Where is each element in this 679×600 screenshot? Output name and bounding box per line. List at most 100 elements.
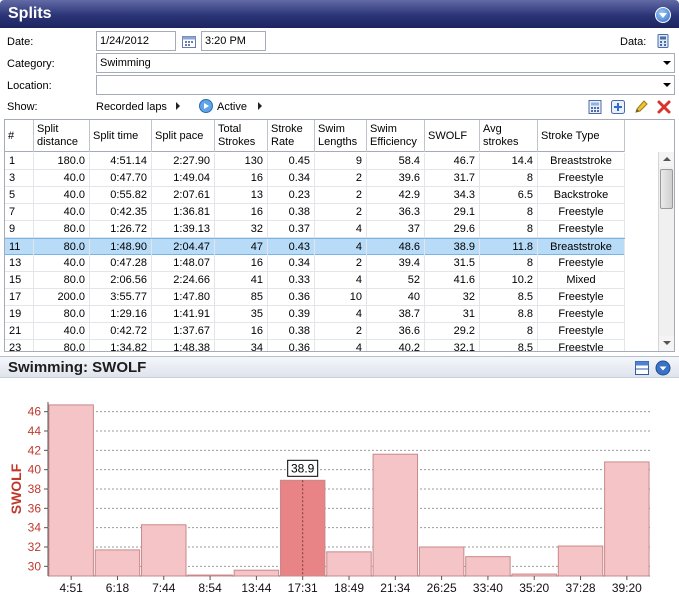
calendar-icon[interactable]: [181, 33, 197, 49]
layout-toggle-icon[interactable]: [634, 360, 650, 376]
table-cell: 19: [5, 306, 34, 322]
table-cell: 0:42.35: [90, 204, 152, 220]
table-cell: 1:47.80: [152, 289, 215, 305]
column-header[interactable]: Stroke Rate: [268, 120, 315, 152]
location-dropdown[interactable]: [96, 75, 675, 95]
table-cell: 8: [480, 323, 538, 339]
column-header[interactable]: Avg strokes: [480, 120, 538, 152]
table-cell: Freestyle: [538, 170, 625, 186]
active-filter-icon[interactable]: [198, 98, 214, 114]
time-field[interactable]: 3:20 PM: [201, 31, 266, 51]
chevron-down-icon[interactable]: [663, 61, 671, 65]
scroll-thumb[interactable]: [660, 169, 673, 209]
edit-pencil-icon[interactable]: [633, 99, 649, 115]
table-cell: 21: [5, 323, 34, 339]
table-row[interactable]: 7 40.0 0:42.35 1:36.81 16 0.38 2 36.3 29.1 8 Frees…: [5, 204, 625, 221]
show-label: Show:: [7, 101, 38, 113]
column-header[interactable]: Total Strokes: [215, 120, 268, 152]
y-tick-label: 36: [28, 501, 42, 515]
table-cell: 40.0: [34, 255, 90, 271]
collapse-chevron-icon[interactable]: [655, 7, 671, 23]
table-cell: Freestyle: [538, 340, 625, 351]
calculator-icon[interactable]: [587, 99, 603, 115]
column-header[interactable]: Split pace: [152, 120, 215, 152]
table-cell: 8.8: [480, 306, 538, 322]
table-row[interactable]: 5 40.0 0:55.82 2:07.61 13 0.23 2 42.9 34.3 6.5 Bac…: [5, 187, 625, 204]
bar: [141, 524, 187, 577]
bar: [511, 573, 557, 577]
table-cell: 40.0: [34, 204, 90, 220]
table-cell: 0.36: [268, 340, 315, 351]
table-cell: 8.5: [480, 340, 538, 351]
chart-menu-chevron-icon[interactable]: [655, 360, 671, 376]
table-cell: 0.45: [268, 153, 315, 169]
table-cell: 29.2: [425, 323, 480, 339]
table-row[interactable]: 3 40.0 0:47.70 1:49.04 16 0.34 2 39.6 31.7 8 Frees…: [5, 170, 625, 187]
column-header[interactable]: Split distance: [34, 120, 90, 152]
table-cell: 34.3: [425, 187, 480, 203]
column-header[interactable]: Swim Lengths: [315, 120, 367, 152]
scroll-up-icon[interactable]: [659, 152, 674, 167]
scroll-down-icon[interactable]: [659, 336, 674, 351]
table-cell: 8: [480, 204, 538, 220]
table-cell: 0.37: [268, 221, 315, 237]
table-cell: 34: [215, 340, 268, 351]
table-cell: 35: [215, 306, 268, 322]
table-cell: 80.0: [34, 306, 90, 322]
show-recorded-laps[interactable]: Recorded laps: [96, 101, 167, 113]
data-label: 38.9: [291, 461, 315, 475]
table-cell: 0:47.70: [90, 170, 152, 186]
table-cell: 80.0: [34, 239, 90, 255]
table-row[interactable]: 23 80.0 1:34.82 1:48.38 34 0.36 4 40.2 32.1 8.5 Fr…: [5, 340, 625, 351]
delete-icon[interactable]: [656, 99, 672, 115]
chart-header: Swimming: SWOLF: [0, 356, 679, 378]
table-cell: 7: [5, 204, 34, 220]
category-dropdown[interactable]: Swimming: [96, 53, 675, 73]
table-cell: 16: [215, 323, 268, 339]
date-field[interactable]: 1/24/2012: [96, 31, 176, 51]
table-cell: 80.0: [34, 340, 90, 351]
table-cell: 11: [5, 239, 34, 255]
table-cell: 2: [315, 187, 367, 203]
table-cell: 2: [315, 204, 367, 220]
column-header[interactable]: SWOLF: [425, 120, 480, 152]
bar: [604, 461, 650, 577]
table-cell: 16: [215, 255, 268, 271]
show-active[interactable]: Active: [217, 101, 247, 113]
table-row[interactable]: 21 40.0 0:42.72 1:37.67 16 0.38 2 36.6 29.2 8 Free…: [5, 323, 625, 340]
vertical-scrollbar[interactable]: [658, 152, 674, 351]
category-value: Swimming: [100, 57, 151, 69]
chevron-right-icon[interactable]: [174, 101, 182, 111]
table-row[interactable]: 13 40.0 0:47.28 1:48.07 16 0.34 2 39.4 31.5 8 Free…: [5, 255, 625, 272]
table-cell: 16: [215, 204, 268, 220]
column-header[interactable]: Stroke Type: [538, 120, 625, 152]
table-cell: 10.2: [480, 272, 538, 288]
table-cell: 4: [315, 272, 367, 288]
column-header[interactable]: #: [5, 120, 34, 152]
table-cell: 40.2: [367, 340, 425, 351]
table-cell: 1:49.04: [152, 170, 215, 186]
table-cell: 38.7: [367, 306, 425, 322]
table-cell: 2:07.61: [152, 187, 215, 203]
device-data-icon[interactable]: [655, 33, 671, 49]
table-row[interactable]: 11 80.0 1:48.90 2:04.47 47 0.43 4 48.6 38.9 11.8 B…: [5, 238, 625, 255]
table-row[interactable]: 17 200.0 3:55.77 1:47.80 85 0.36 10 40 32 8.5 Free…: [5, 289, 625, 306]
table-cell: 200.0: [34, 289, 90, 305]
table-cell: 2:27.90: [152, 153, 215, 169]
chevron-right-icon[interactable]: [256, 101, 264, 111]
table-cell: 46.7: [425, 153, 480, 169]
chevron-down-icon[interactable]: [663, 83, 671, 87]
table-cell: Mixed: [538, 272, 625, 288]
table-cell: 9: [5, 221, 34, 237]
table-cell: Freestyle: [538, 221, 625, 237]
table-row[interactable]: 1 180.0 4:51.14 2:27.90 130 0.45 9 58.4 46.7 14.4…: [5, 153, 625, 170]
table-row[interactable]: 15 80.0 2:06.56 2:24.66 41 0.33 4 52 41.6 10.2 Mix…: [5, 272, 625, 289]
column-header[interactable]: Swim Efficiency: [367, 120, 425, 152]
table-cell: 1: [5, 153, 34, 169]
add-split-icon[interactable]: [610, 99, 626, 115]
table-row[interactable]: 19 80.0 1:29.16 1:41.91 35 0.39 4 38.7 31 8.8 Free…: [5, 306, 625, 323]
y-tick-label: 42: [28, 443, 42, 457]
column-header[interactable]: Split time: [90, 120, 152, 152]
table-row[interactable]: 9 80.0 1:26.72 1:39.13 32 0.37 4 37 29.6 8 Freesty…: [5, 221, 625, 238]
data-label: Data:: [620, 36, 647, 48]
